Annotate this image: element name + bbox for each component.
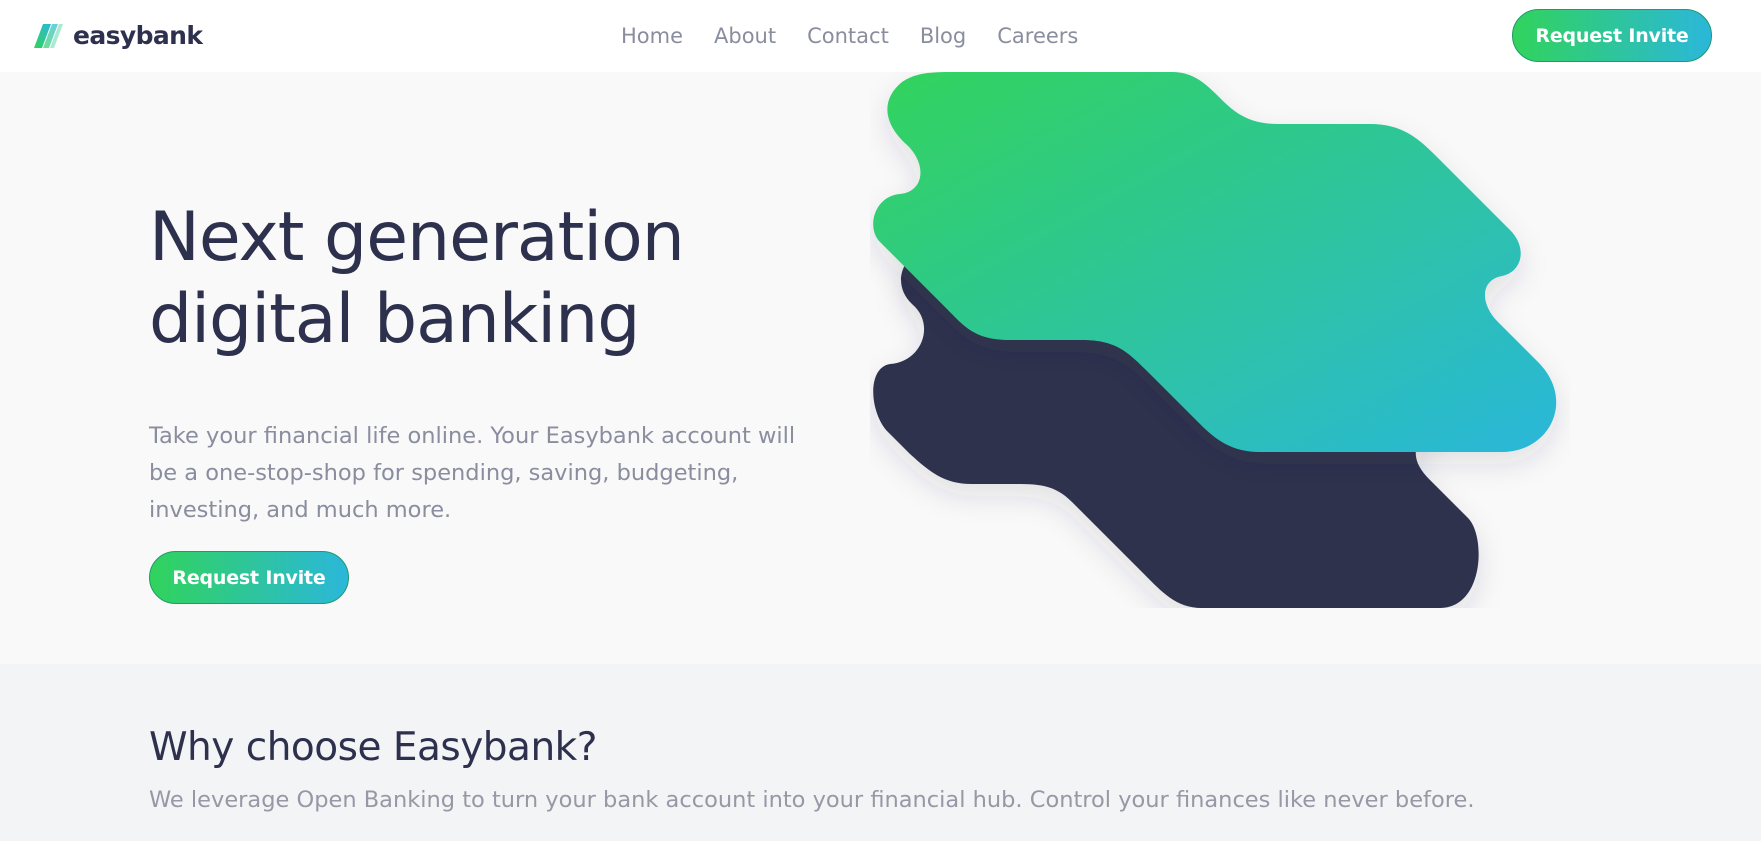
main-nav: Home About Contact Blog Careers [621, 22, 1109, 50]
header-request-invite-button[interactable]: Request Invite [1512, 9, 1712, 62]
hero-request-invite-button[interactable]: Request Invite [149, 551, 349, 604]
why-description: We leverage Open Banking to turn your ba… [149, 787, 1475, 813]
why-section: Why choose Easybank? We leverage Open Ba… [0, 664, 1761, 841]
nav-about-link[interactable]: About [714, 22, 776, 50]
hero-section: Next generation digital banking Take you… [0, 72, 1761, 664]
easybank-logo-icon [34, 24, 63, 48]
why-title: Why choose Easybank? [149, 725, 597, 770]
logo[interactable]: easybank [33, 21, 203, 50]
nav-blog-link[interactable]: Blog [920, 22, 966, 50]
site-header: easybank Home About Contact Blog Careers… [0, 0, 1761, 72]
hero-description: Take your financial life online. Your Ea… [149, 423, 796, 523]
hero-title: Next generation digital banking [149, 197, 769, 361]
hero-illustration [873, 72, 1557, 608]
brand-name: easybank [73, 21, 203, 50]
hero-title-line-1: Next generation [149, 198, 685, 277]
nav-home-link[interactable]: Home [621, 22, 683, 50]
hero-title-line-2: digital banking [149, 280, 640, 359]
nav-careers-link[interactable]: Careers [997, 22, 1078, 50]
nav-contact-link[interactable]: Contact [807, 22, 889, 50]
